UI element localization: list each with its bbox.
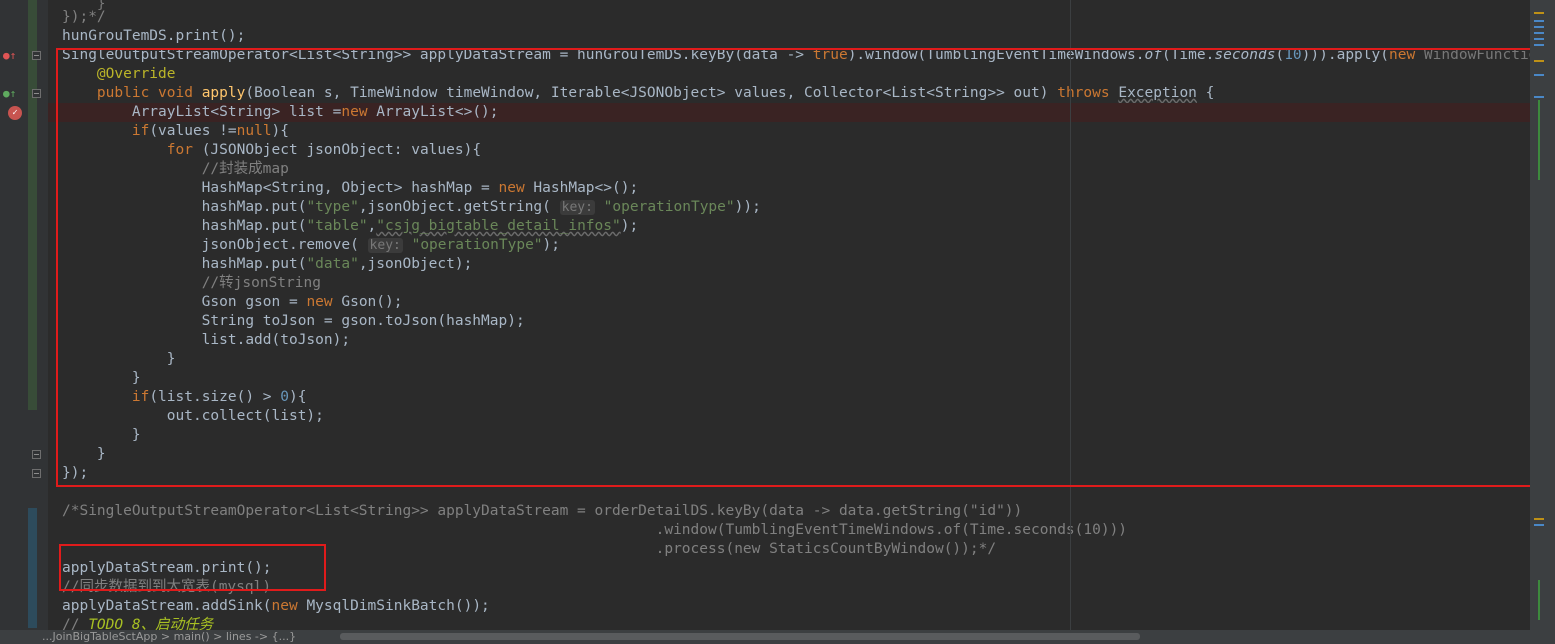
editor-gutter[interactable]: ●↑ ●↑ ✓ [0,0,48,644]
usage-marker[interactable] [1534,38,1544,40]
horizontal-scrollbar[interactable] [340,633,1140,640]
usage-marker[interactable] [1534,20,1544,22]
vcs-change-marker[interactable] [28,0,37,410]
usage-marker[interactable] [1534,524,1544,526]
warning-marker[interactable] [1534,518,1544,520]
usage-marker[interactable] [1534,26,1544,28]
override-up-icon[interactable]: ●↑ [3,49,16,63]
breadcrumb[interactable]: ...JoinBigTableSctApp > main() > lines -… [42,630,296,644]
code-line[interactable]: // TODO 8、启动任务 [0,616,1530,630]
highlight-box-apply-block [56,48,1552,487]
change-marker[interactable] [1538,580,1540,620]
usage-marker[interactable] [1534,44,1544,46]
code-line[interactable]: /*SingleOutputStreamOperator<List<String… [0,502,1530,521]
code-line[interactable]: applyDataStream.addSink(new MysqlDimSink… [0,597,1530,616]
fold-toggle-icon[interactable] [32,469,41,478]
usage-marker[interactable] [1534,74,1544,76]
code-line[interactable]: });*/ [0,8,1530,27]
warning-marker[interactable] [1534,12,1544,14]
vcs-change-marker[interactable] [28,508,37,628]
highlight-box-print-call [59,544,326,591]
warning-marker[interactable] [1534,60,1544,62]
code-line[interactable]: hunGrouTemDS.print(); [0,27,1530,46]
breakpoint-icon[interactable]: ✓ [8,106,22,120]
fold-toggle-icon[interactable] [32,51,41,60]
error-stripe-scrollbar[interactable] [1530,0,1555,630]
breadcrumb-bar[interactable]: ...JoinBigTableSctApp > main() > lines -… [0,630,1555,644]
code-line[interactable]: .window(TumblingEventTimeWindows.of(Time… [0,521,1530,540]
change-marker[interactable] [1538,100,1540,180]
fold-toggle-icon[interactable] [32,89,41,98]
implements-icon[interactable]: ●↑ [3,87,16,101]
usage-marker[interactable] [1534,96,1544,98]
fold-toggle-icon[interactable] [32,450,41,459]
usage-marker[interactable] [1534,32,1544,34]
